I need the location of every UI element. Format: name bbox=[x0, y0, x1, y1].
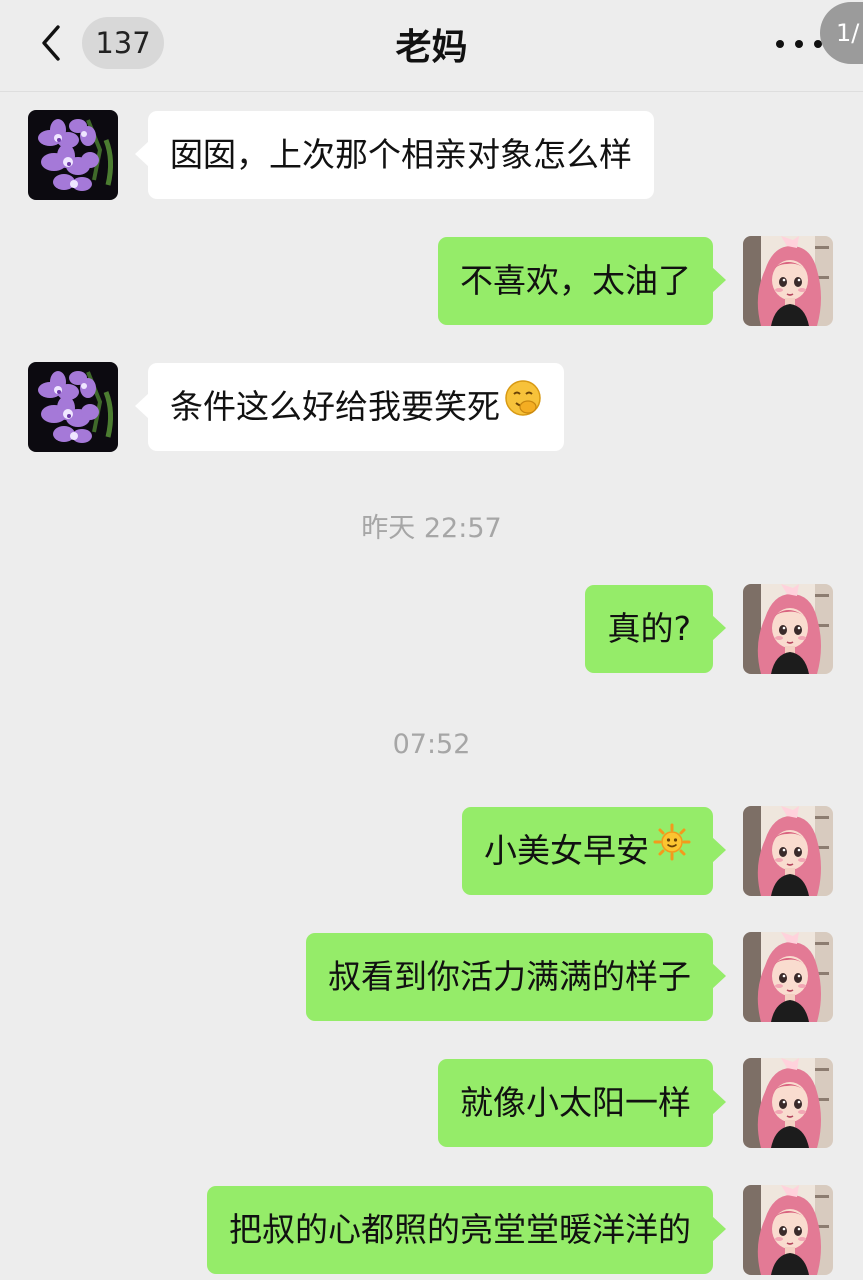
message-text: 把叔的心都照的亮堂堂暖洋洋的 bbox=[229, 1210, 691, 1249]
contact-avatar[interactable] bbox=[28, 362, 118, 452]
received-message-bubble[interactable]: 囡囡，上次那个相亲对象怎么样 bbox=[135, 111, 654, 199]
orchid-avatar-icon bbox=[28, 362, 118, 452]
message-text: 囡囡，上次那个相亲对象怎么样 bbox=[170, 135, 632, 174]
message-text: 小美女早安 bbox=[484, 831, 649, 870]
chevron-left-icon bbox=[42, 25, 60, 61]
girl-avatar-icon bbox=[743, 806, 833, 896]
sent-message-bubble[interactable]: 真的? bbox=[585, 585, 726, 673]
sent-message-bubble[interactable]: 就像小太阳一样 bbox=[438, 1059, 726, 1147]
orchid-avatar-icon bbox=[28, 110, 118, 200]
sent-message-bubble[interactable]: 叔看到你活力满满的样子 bbox=[306, 933, 726, 1021]
my-avatar[interactable] bbox=[743, 932, 833, 1022]
back-button[interactable] bbox=[30, 20, 70, 66]
my-avatar[interactable] bbox=[743, 806, 833, 896]
timestamp: 07:52 bbox=[392, 729, 471, 760]
page-indicator: 1/ bbox=[820, 2, 863, 64]
message-text: 就像小太阳一样 bbox=[460, 1083, 691, 1122]
message-text: 真的? bbox=[607, 609, 691, 648]
chat-header: 137 老妈 1/ bbox=[0, 0, 863, 92]
timestamp: 昨天 22:57 bbox=[361, 513, 502, 544]
my-avatar[interactable] bbox=[743, 1185, 833, 1275]
blush-laugh-emoji-icon bbox=[504, 362, 542, 450]
sent-message-bubble[interactable]: 不喜欢，太油了 bbox=[438, 237, 726, 325]
sent-message-bubble[interactable]: 小美女早安 bbox=[462, 806, 726, 895]
message-text: 叔看到你活力满满的样子 bbox=[328, 957, 691, 996]
more-dots-icon bbox=[776, 40, 784, 48]
my-avatar[interactable] bbox=[743, 1058, 833, 1148]
received-message-bubble[interactable]: 条件这么好给我要笑死 bbox=[135, 362, 564, 451]
girl-avatar-icon bbox=[743, 236, 833, 326]
sent-message-bubble[interactable]: 把叔的心都照的亮堂堂暖洋洋的 bbox=[207, 1186, 726, 1274]
my-avatar[interactable] bbox=[743, 584, 833, 674]
sun-emoji-icon bbox=[653, 806, 691, 894]
message-text: 条件这么好给我要笑死 bbox=[170, 387, 500, 426]
girl-avatar-icon bbox=[743, 1185, 833, 1275]
chat-screen: 137 老妈 1/ 囡囡，上次那个相亲对象怎么样 不喜欢，太油了 条件这么好给我… bbox=[0, 0, 863, 1280]
unread-count-badge[interactable]: 137 bbox=[82, 17, 164, 69]
more-options-button[interactable] bbox=[776, 30, 822, 58]
contact-avatar[interactable] bbox=[28, 110, 118, 200]
girl-avatar-icon bbox=[743, 932, 833, 1022]
my-avatar[interactable] bbox=[743, 236, 833, 326]
girl-avatar-icon bbox=[743, 1058, 833, 1148]
girl-avatar-icon bbox=[743, 584, 833, 674]
message-text: 不喜欢，太油了 bbox=[460, 261, 691, 300]
